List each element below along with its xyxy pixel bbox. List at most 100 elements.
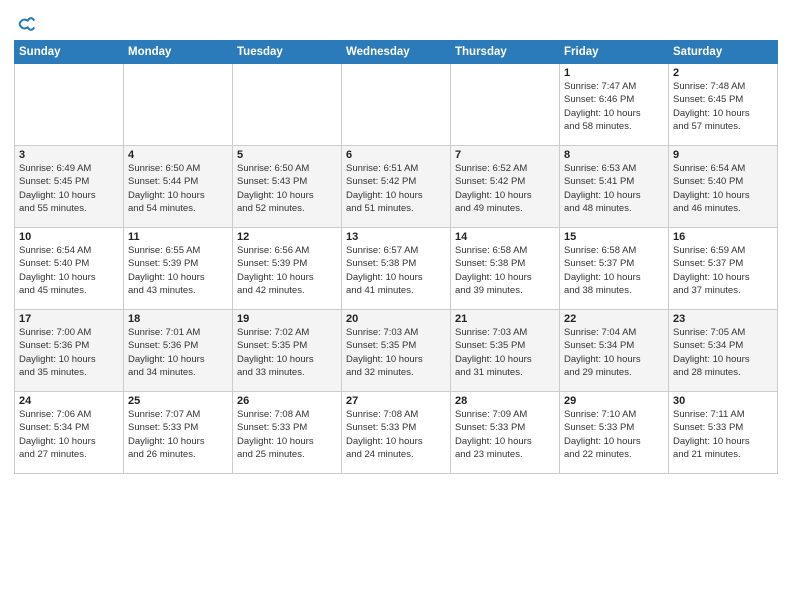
day-number: 12: [237, 231, 337, 243]
day-number: 10: [19, 231, 119, 243]
header-cell-friday: Friday: [560, 41, 669, 64]
day-info: Sunrise: 6:52 AM Sunset: 5:42 PM Dayligh…: [455, 162, 555, 215]
day-info: Sunrise: 6:58 AM Sunset: 5:38 PM Dayligh…: [455, 244, 555, 297]
day-cell: 4Sunrise: 6:50 AM Sunset: 5:44 PM Daylig…: [124, 146, 233, 228]
day-number: 5: [237, 149, 337, 161]
day-info: Sunrise: 7:03 AM Sunset: 5:35 PM Dayligh…: [346, 326, 446, 379]
day-info: Sunrise: 7:47 AM Sunset: 6:46 PM Dayligh…: [564, 80, 664, 133]
calendar-header: SundayMondayTuesdayWednesdayThursdayFrid…: [15, 41, 778, 64]
day-number: 18: [128, 313, 228, 325]
logo-icon: [16, 14, 36, 34]
day-cell: 2Sunrise: 7:48 AM Sunset: 6:45 PM Daylig…: [669, 64, 778, 146]
day-number: 13: [346, 231, 446, 243]
day-info: Sunrise: 6:50 AM Sunset: 5:44 PM Dayligh…: [128, 162, 228, 215]
day-info: Sunrise: 6:57 AM Sunset: 5:38 PM Dayligh…: [346, 244, 446, 297]
day-cell: 8Sunrise: 6:53 AM Sunset: 5:41 PM Daylig…: [560, 146, 669, 228]
day-cell: [124, 64, 233, 146]
day-number: 6: [346, 149, 446, 161]
day-cell: 6Sunrise: 6:51 AM Sunset: 5:42 PM Daylig…: [342, 146, 451, 228]
day-info: Sunrise: 7:05 AM Sunset: 5:34 PM Dayligh…: [673, 326, 773, 379]
day-info: Sunrise: 6:58 AM Sunset: 5:37 PM Dayligh…: [564, 244, 664, 297]
day-number: 30: [673, 395, 773, 407]
day-info: Sunrise: 7:04 AM Sunset: 5:34 PM Dayligh…: [564, 326, 664, 379]
week-row-1: 1Sunrise: 7:47 AM Sunset: 6:46 PM Daylig…: [15, 64, 778, 146]
day-cell: 25Sunrise: 7:07 AM Sunset: 5:33 PM Dayli…: [124, 392, 233, 474]
day-cell: 30Sunrise: 7:11 AM Sunset: 5:33 PM Dayli…: [669, 392, 778, 474]
header-cell-wednesday: Wednesday: [342, 41, 451, 64]
week-row-2: 3Sunrise: 6:49 AM Sunset: 5:45 PM Daylig…: [15, 146, 778, 228]
header-cell-tuesday: Tuesday: [233, 41, 342, 64]
day-cell: 14Sunrise: 6:58 AM Sunset: 5:38 PM Dayli…: [451, 228, 560, 310]
day-cell: 13Sunrise: 6:57 AM Sunset: 5:38 PM Dayli…: [342, 228, 451, 310]
day-cell: 24Sunrise: 7:06 AM Sunset: 5:34 PM Dayli…: [15, 392, 124, 474]
day-number: 16: [673, 231, 773, 243]
day-info: Sunrise: 7:11 AM Sunset: 5:33 PM Dayligh…: [673, 408, 773, 461]
day-number: 7: [455, 149, 555, 161]
day-info: Sunrise: 6:54 AM Sunset: 5:40 PM Dayligh…: [19, 244, 119, 297]
day-cell: 10Sunrise: 6:54 AM Sunset: 5:40 PM Dayli…: [15, 228, 124, 310]
day-info: Sunrise: 7:08 AM Sunset: 5:33 PM Dayligh…: [346, 408, 446, 461]
day-cell: [233, 64, 342, 146]
day-info: Sunrise: 6:56 AM Sunset: 5:39 PM Dayligh…: [237, 244, 337, 297]
day-number: 28: [455, 395, 555, 407]
header-cell-monday: Monday: [124, 41, 233, 64]
day-info: Sunrise: 7:00 AM Sunset: 5:36 PM Dayligh…: [19, 326, 119, 379]
day-number: 2: [673, 67, 773, 79]
day-number: 27: [346, 395, 446, 407]
header-cell-thursday: Thursday: [451, 41, 560, 64]
day-number: 20: [346, 313, 446, 325]
day-number: 15: [564, 231, 664, 243]
day-info: Sunrise: 7:07 AM Sunset: 5:33 PM Dayligh…: [128, 408, 228, 461]
day-info: Sunrise: 6:51 AM Sunset: 5:42 PM Dayligh…: [346, 162, 446, 215]
day-number: 1: [564, 67, 664, 79]
day-number: 4: [128, 149, 228, 161]
week-row-5: 24Sunrise: 7:06 AM Sunset: 5:34 PM Dayli…: [15, 392, 778, 474]
day-info: Sunrise: 6:50 AM Sunset: 5:43 PM Dayligh…: [237, 162, 337, 215]
day-cell: 11Sunrise: 6:55 AM Sunset: 5:39 PM Dayli…: [124, 228, 233, 310]
day-info: Sunrise: 7:48 AM Sunset: 6:45 PM Dayligh…: [673, 80, 773, 133]
day-cell: 7Sunrise: 6:52 AM Sunset: 5:42 PM Daylig…: [451, 146, 560, 228]
day-cell: [15, 64, 124, 146]
day-number: 19: [237, 313, 337, 325]
week-row-3: 10Sunrise: 6:54 AM Sunset: 5:40 PM Dayli…: [15, 228, 778, 310]
day-cell: 9Sunrise: 6:54 AM Sunset: 5:40 PM Daylig…: [669, 146, 778, 228]
day-cell: 29Sunrise: 7:10 AM Sunset: 5:33 PM Dayli…: [560, 392, 669, 474]
day-info: Sunrise: 6:55 AM Sunset: 5:39 PM Dayligh…: [128, 244, 228, 297]
day-number: 8: [564, 149, 664, 161]
day-cell: 1Sunrise: 7:47 AM Sunset: 6:46 PM Daylig…: [560, 64, 669, 146]
day-cell: 23Sunrise: 7:05 AM Sunset: 5:34 PM Dayli…: [669, 310, 778, 392]
day-cell: 28Sunrise: 7:09 AM Sunset: 5:33 PM Dayli…: [451, 392, 560, 474]
day-cell: 3Sunrise: 6:49 AM Sunset: 5:45 PM Daylig…: [15, 146, 124, 228]
day-number: 29: [564, 395, 664, 407]
day-info: Sunrise: 6:59 AM Sunset: 5:37 PM Dayligh…: [673, 244, 773, 297]
day-number: 17: [19, 313, 119, 325]
day-cell: 20Sunrise: 7:03 AM Sunset: 5:35 PM Dayli…: [342, 310, 451, 392]
day-info: Sunrise: 6:54 AM Sunset: 5:40 PM Dayligh…: [673, 162, 773, 215]
day-info: Sunrise: 6:53 AM Sunset: 5:41 PM Dayligh…: [564, 162, 664, 215]
day-cell: 21Sunrise: 7:03 AM Sunset: 5:35 PM Dayli…: [451, 310, 560, 392]
day-number: 24: [19, 395, 119, 407]
header-cell-sunday: Sunday: [15, 41, 124, 64]
day-cell: 19Sunrise: 7:02 AM Sunset: 5:35 PM Dayli…: [233, 310, 342, 392]
header-cell-saturday: Saturday: [669, 41, 778, 64]
day-info: Sunrise: 6:49 AM Sunset: 5:45 PM Dayligh…: [19, 162, 119, 215]
logo: [14, 14, 36, 34]
day-info: Sunrise: 7:06 AM Sunset: 5:34 PM Dayligh…: [19, 408, 119, 461]
day-number: 22: [564, 313, 664, 325]
day-number: 25: [128, 395, 228, 407]
day-number: 23: [673, 313, 773, 325]
header-row: [14, 10, 778, 34]
page-container: SundayMondayTuesdayWednesdayThursdayFrid…: [0, 0, 792, 482]
day-cell: 15Sunrise: 6:58 AM Sunset: 5:37 PM Dayli…: [560, 228, 669, 310]
day-info: Sunrise: 7:01 AM Sunset: 5:36 PM Dayligh…: [128, 326, 228, 379]
day-cell: 26Sunrise: 7:08 AM Sunset: 5:33 PM Dayli…: [233, 392, 342, 474]
day-number: 9: [673, 149, 773, 161]
calendar-table: SundayMondayTuesdayWednesdayThursdayFrid…: [14, 40, 778, 474]
day-cell: [451, 64, 560, 146]
day-number: 11: [128, 231, 228, 243]
day-number: 14: [455, 231, 555, 243]
day-info: Sunrise: 7:02 AM Sunset: 5:35 PM Dayligh…: [237, 326, 337, 379]
week-row-4: 17Sunrise: 7:00 AM Sunset: 5:36 PM Dayli…: [15, 310, 778, 392]
calendar-body: 1Sunrise: 7:47 AM Sunset: 6:46 PM Daylig…: [15, 64, 778, 474]
day-cell: 22Sunrise: 7:04 AM Sunset: 5:34 PM Dayli…: [560, 310, 669, 392]
